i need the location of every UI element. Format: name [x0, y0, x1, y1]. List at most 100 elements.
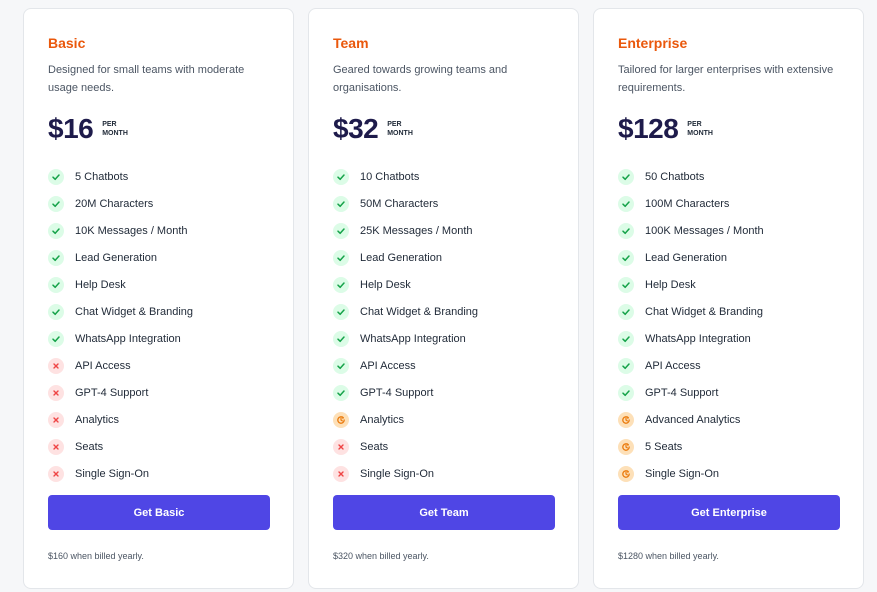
get-enterprise-button[interactable]: Get Enterprise: [618, 495, 840, 530]
billed-yearly-note: $320 when billed yearly.: [333, 551, 429, 561]
feature-list: 50 Chatbots 100M Characters 100K Messages …: [618, 163, 764, 487]
clock-icon: [618, 438, 634, 455]
feature-label: GPT-4 Support: [645, 386, 719, 399]
clock-icon: [618, 411, 634, 428]
price-period-line2: MONTH: [687, 130, 713, 137]
clock-icon: [333, 411, 349, 428]
feature-item: Seats: [48, 433, 193, 460]
price-period-line1: PER: [387, 121, 402, 128]
price-period-line1: PER: [102, 121, 117, 128]
feature-label: WhatsApp Integration: [360, 332, 466, 345]
feature-item: 100K Messages / Month: [618, 217, 764, 244]
feature-label: 100M Characters: [645, 197, 730, 210]
feature-label: Analytics: [360, 413, 405, 426]
feature-label: 50M Characters: [360, 197, 439, 210]
feature-item: Lead Generation: [618, 244, 764, 271]
feature-label: GPT-4 Support: [360, 386, 434, 399]
billed-yearly-note: $160 when billed yearly.: [48, 551, 144, 561]
check-icon: [333, 303, 349, 320]
feature-item: GPT-4 Support: [48, 379, 193, 406]
feature-label: Advanced Analytics: [645, 413, 741, 426]
feature-label: 5 Seats: [645, 440, 683, 453]
x-icon: [333, 465, 349, 482]
feature-label: Seats: [360, 440, 389, 453]
plan-card-enterprise: Enterprise Tailored for larger enterpris…: [593, 8, 864, 589]
feature-item: Advanced Analytics: [618, 406, 764, 433]
check-icon: [48, 330, 64, 347]
feature-item: GPT-4 Support: [333, 379, 478, 406]
feature-item: 5 Chatbots: [48, 163, 193, 190]
price: $32: [333, 113, 379, 144]
price-period-line1: PER: [687, 121, 702, 128]
price-period: PER MONTH: [387, 120, 413, 138]
check-icon: [48, 303, 64, 320]
feature-item: Analytics: [333, 406, 478, 433]
feature-item: GPT-4 Support: [618, 379, 764, 406]
plan-name: Basic: [48, 35, 86, 51]
feature-item: Chat Widget & Branding: [618, 298, 764, 325]
check-icon: [618, 195, 634, 212]
price-period: PER MONTH: [102, 120, 128, 138]
price: $128: [618, 113, 679, 144]
feature-item: Lead Generation: [48, 244, 193, 271]
feature-list: 5 Chatbots 20M Characters 10K Messages / M…: [48, 163, 193, 487]
feature-item: 25K Messages / Month: [333, 217, 478, 244]
feature-label: API Access: [360, 359, 416, 372]
feature-label: 50 Chatbots: [645, 170, 705, 183]
check-icon: [618, 168, 634, 185]
feature-item: Help Desk: [333, 271, 478, 298]
price-row: $128 PER MONTH: [618, 113, 713, 145]
check-icon: [333, 276, 349, 293]
feature-item: 5 Seats: [618, 433, 764, 460]
check-icon: [618, 303, 634, 320]
feature-label: 5 Chatbots: [75, 170, 129, 183]
feature-item: Single Sign-On: [333, 460, 478, 487]
check-icon: [48, 195, 64, 212]
feature-item: API Access: [48, 352, 193, 379]
feature-item: Help Desk: [48, 271, 193, 298]
price-period: PER MONTH: [687, 120, 713, 138]
get-team-button[interactable]: Get Team: [333, 495, 555, 530]
feature-label: GPT-4 Support: [75, 386, 149, 399]
check-icon: [48, 249, 64, 266]
feature-label: API Access: [645, 359, 701, 372]
feature-item: 100M Characters: [618, 190, 764, 217]
feature-label: Chat Widget & Branding: [75, 305, 194, 318]
check-icon: [48, 168, 64, 185]
price-period-line2: MONTH: [387, 130, 413, 137]
feature-list: 10 Chatbots 50M Characters 25K Messages / …: [333, 163, 478, 487]
check-icon: [618, 222, 634, 239]
feature-label: 20M Characters: [75, 197, 154, 210]
get-basic-button[interactable]: Get Basic: [48, 495, 270, 530]
feature-label: Chat Widget & Branding: [645, 305, 764, 318]
feature-label: 25K Messages / Month: [360, 224, 473, 237]
feature-label: Chat Widget & Branding: [360, 305, 479, 318]
plan-card-basic: Basic Designed for small teams with mode…: [23, 8, 294, 589]
feature-label: Seats: [75, 440, 104, 453]
feature-label: Single Sign-On: [75, 467, 149, 480]
check-icon: [618, 276, 634, 293]
x-icon: [48, 411, 64, 428]
check-icon: [618, 330, 634, 347]
feature-label: Single Sign-On: [645, 467, 719, 480]
feature-item: Chat Widget & Branding: [333, 298, 478, 325]
price-row: $16 PER MONTH: [48, 113, 128, 145]
feature-item: 50 Chatbots: [618, 163, 764, 190]
feature-label: WhatsApp Integration: [75, 332, 181, 345]
feature-label: 100K Messages / Month: [645, 224, 764, 237]
check-icon: [48, 276, 64, 293]
feature-item: Lead Generation: [333, 244, 478, 271]
feature-item: 20M Characters: [48, 190, 193, 217]
clock-icon: [618, 465, 634, 482]
feature-label: Single Sign-On: [360, 467, 434, 480]
check-icon: [333, 168, 349, 185]
feature-item: 10 Chatbots: [333, 163, 478, 190]
feature-item: Seats: [333, 433, 478, 460]
feature-label: 10K Messages / Month: [75, 224, 188, 237]
feature-label: Help Desk: [75, 278, 126, 291]
price-row: $32 PER MONTH: [333, 113, 413, 145]
feature-label: API Access: [75, 359, 131, 372]
feature-label: 10 Chatbots: [360, 170, 420, 183]
price: $16: [48, 113, 94, 144]
plan-description: Designed for small teams with moderate u…: [48, 64, 245, 94]
